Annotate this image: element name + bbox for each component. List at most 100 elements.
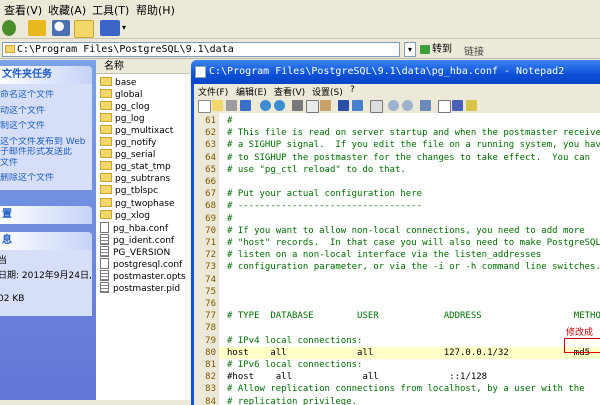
task-copy[interactable]: 制这个文件 xyxy=(0,121,92,132)
file-tasks-list: 命名这个文件 动这个文件 制这个文件 这个文件发布到 Web 子邮件形式发送此 … xyxy=(0,84,92,190)
code-line: # xyxy=(227,213,233,224)
folders-icon[interactable] xyxy=(74,20,94,38)
folder-item[interactable]: pg_tblspc xyxy=(100,185,190,197)
folder-item[interactable]: pg_xlog xyxy=(100,209,190,222)
folder-item[interactable]: global xyxy=(100,89,190,101)
name-column-header[interactable]: 名称 xyxy=(96,60,190,74)
folder-item[interactable]: pg_stat_tmp xyxy=(100,161,190,173)
explorer-menubar: 查看(V) 收藏(A) 工具(T) 帮助(H) xyxy=(0,0,600,17)
menu-help[interactable]: 帮助(H) xyxy=(136,2,175,18)
zoom-out-icon[interactable] xyxy=(402,100,413,111)
scheme-icon[interactable] xyxy=(420,100,431,111)
code-line: # use "pg_ctl reload" to do that. xyxy=(227,164,406,175)
go-arrow-icon xyxy=(420,45,430,54)
new-icon[interactable] xyxy=(198,100,211,113)
folder-item[interactable]: pg_subtrans xyxy=(100,173,190,185)
file-item[interactable]: pg_hba.conf xyxy=(100,221,190,234)
folder-item[interactable]: pg_clog xyxy=(100,101,190,113)
task-delete[interactable]: 删除这个文件 xyxy=(0,173,92,184)
replace-icon[interactable] xyxy=(352,100,363,111)
item-name: pg_clog xyxy=(115,102,150,113)
np-menu-settings[interactable]: 设置(S) xyxy=(312,85,343,98)
line-number: 83 xyxy=(205,384,216,395)
redo-icon[interactable] xyxy=(274,100,285,111)
line-number: 68 xyxy=(205,201,216,212)
folder-item[interactable]: pg_twophase xyxy=(100,197,190,210)
file-item[interactable]: postmaster.opts xyxy=(100,269,190,282)
task-pane: 文件夹任务 命名这个文件 动这个文件 制这个文件 这个文件发布到 Web 子邮件… xyxy=(0,60,96,400)
file-icon xyxy=(100,257,109,269)
details-header[interactable]: 息 xyxy=(0,232,92,250)
zoom-in-icon[interactable] xyxy=(388,100,399,111)
paste-icon[interactable] xyxy=(320,100,331,111)
file-item[interactable]: postmaster.pid xyxy=(100,281,190,294)
views-icon[interactable] xyxy=(100,20,120,36)
line-number: 67 xyxy=(205,189,216,200)
go-button[interactable]: 转到 xyxy=(418,42,460,57)
address-input[interactable]: C:\Program Files\PostgreSQL\9.1\data xyxy=(2,42,400,57)
task-move[interactable]: 动这个文件 xyxy=(0,106,92,117)
item-name: postmaster.opts xyxy=(113,271,186,282)
item-name: pg_log xyxy=(115,114,145,125)
forward-icon[interactable] xyxy=(2,20,16,36)
search-icon[interactable] xyxy=(52,20,70,36)
editor-area[interactable]: 61 62 63 64 65 66 67 68 69 70 71 72 73 74 75 76 77 78 79 80… xyxy=(194,113,600,405)
folder-item[interactable]: pg_log xyxy=(100,113,190,125)
open-icon[interactable] xyxy=(212,100,223,111)
file-item[interactable]: postgresql.conf xyxy=(100,257,190,270)
cut-icon[interactable] xyxy=(292,100,303,111)
item-name: PG_VERSION xyxy=(113,247,171,258)
wordwrap-icon[interactable] xyxy=(370,100,383,113)
folder-item[interactable]: pg_serial xyxy=(100,149,190,161)
line-number: 79 xyxy=(205,335,216,346)
np-menu-help[interactable]: ? xyxy=(350,85,355,95)
folder-item[interactable]: pg_multixact xyxy=(100,125,190,137)
browse-icon[interactable] xyxy=(226,100,237,111)
find-icon[interactable] xyxy=(338,100,349,111)
annotation-box xyxy=(564,338,600,353)
np-menu-edit[interactable]: 编辑(E) xyxy=(236,85,267,98)
menu-view[interactable]: 查看(V) xyxy=(4,2,42,18)
item-name: pg_tblspc xyxy=(115,186,159,197)
code-line: # If you want to allow non-local connect… xyxy=(227,225,585,236)
task-email[interactable]: 子邮件形式发送此 xyxy=(0,147,92,158)
links-label[interactable]: 链接 xyxy=(464,43,484,58)
folder-icon xyxy=(100,77,112,86)
np-menu-view[interactable]: 查看(V) xyxy=(274,85,305,98)
file-item[interactable]: PG_VERSION xyxy=(100,245,190,258)
print-icon[interactable] xyxy=(438,100,451,113)
file-item[interactable]: pg_ident.conf xyxy=(100,233,190,246)
up-folder-icon[interactable] xyxy=(28,20,46,36)
file-icon xyxy=(100,221,109,233)
line-number: 70 xyxy=(205,225,216,236)
task-email-cont[interactable]: 文件 xyxy=(0,158,92,169)
folder-item[interactable]: pg_notify xyxy=(100,137,190,149)
item-name: global xyxy=(115,90,143,101)
address-dropdown[interactable]: ▾ xyxy=(404,42,416,57)
item-name: pg_notify xyxy=(115,138,157,149)
folder-icon xyxy=(100,101,112,111)
menu-favorites[interactable]: 收藏(A) xyxy=(48,2,86,18)
undo-icon[interactable] xyxy=(260,100,271,111)
save-icon[interactable] xyxy=(240,100,251,111)
chevron-down-icon[interactable]: ▾ xyxy=(122,23,126,32)
line-number: 63 xyxy=(205,140,216,151)
line-number: 82 xyxy=(205,372,216,383)
item-name: postmaster.pid xyxy=(113,283,181,294)
task-publish[interactable]: 这个文件发布到 Web xyxy=(0,137,92,148)
settings-icon[interactable] xyxy=(466,100,477,111)
np-menu-file[interactable]: 文件(F) xyxy=(198,85,228,98)
file-tasks-header[interactable]: 文件夹任务 xyxy=(0,66,92,84)
notepad-titlebar[interactable]: C:\Program Files\PostgreSQL\9.1\data\pg_… xyxy=(191,60,600,84)
code-line: # IPv4 local connections: xyxy=(227,335,363,346)
other-places-header[interactable]: 置 xyxy=(0,206,92,224)
task-rename[interactable]: 命名这个文件 xyxy=(0,90,92,101)
exit-icon[interactable] xyxy=(452,100,463,111)
item-name: pg_stat_tmp xyxy=(115,162,171,173)
item-name: pg_multixact xyxy=(115,126,174,137)
folder-item[interactable]: base xyxy=(100,77,190,89)
explorer-toolbar: ▾ xyxy=(0,17,600,39)
menu-tools[interactable]: 工具(T) xyxy=(92,2,129,18)
copy-icon[interactable] xyxy=(306,100,319,113)
file-icon xyxy=(100,233,109,245)
